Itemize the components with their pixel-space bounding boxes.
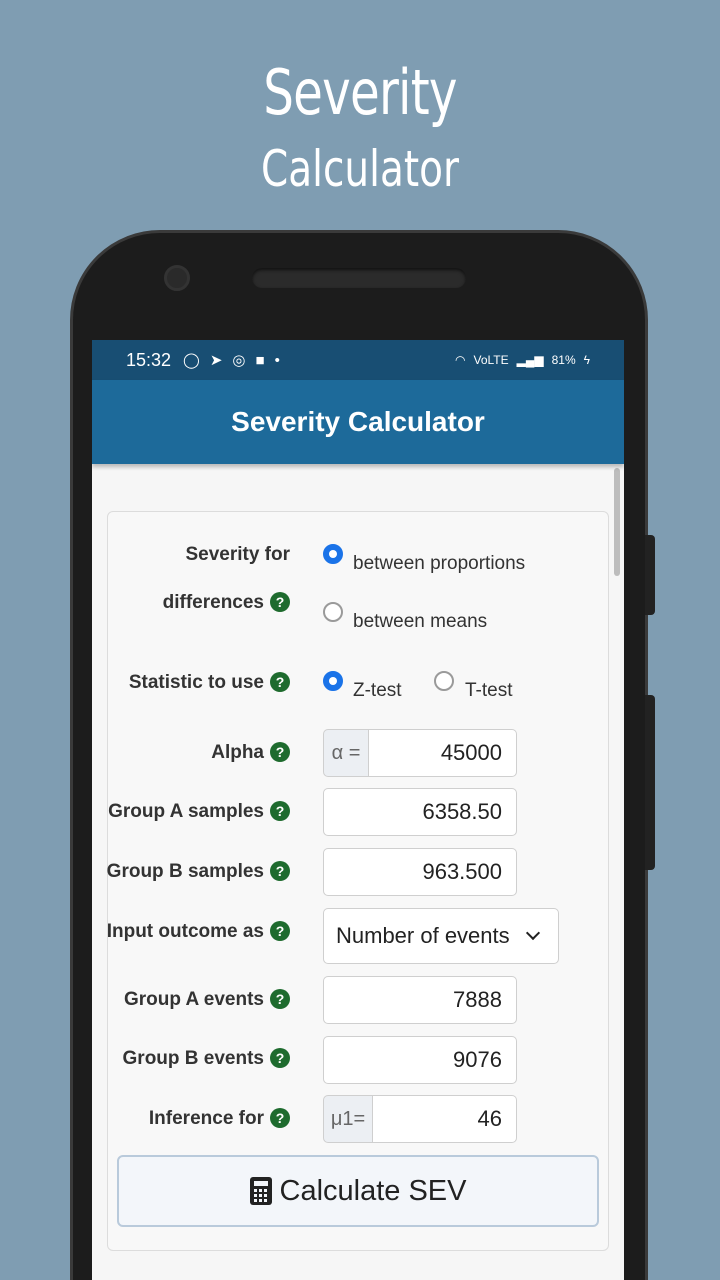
calculate-sev-button[interactable]: Calculate SEV	[117, 1155, 599, 1227]
status-time: 15:32	[126, 349, 172, 370]
radio-z-test[interactable]	[323, 671, 343, 691]
input-outcome-value: Number of events	[336, 923, 510, 948]
alpha-label: Alpha?	[211, 742, 290, 764]
signal-icon: ▂▄▆	[516, 353, 544, 367]
volte-icon: VoLTE	[473, 353, 509, 367]
help-icon[interactable]: ?	[270, 801, 290, 821]
input-outcome-select[interactable]: Number of events	[323, 908, 559, 964]
radio-z-test-label[interactable]: Z-test	[353, 680, 402, 702]
group-a-samples-label-text: Group A samples	[108, 801, 264, 822]
promo-subtitle: Calculator	[260, 140, 460, 198]
radio-t-test-label[interactable]: T-test	[465, 680, 513, 702]
radio-between-means[interactable]	[323, 602, 343, 622]
inference-input[interactable]: 46	[373, 1095, 517, 1143]
group-a-samples-input[interactable]: 6358.50	[323, 788, 517, 836]
wifi-icon: ◠	[455, 353, 466, 367]
help-icon[interactable]: ?	[270, 672, 290, 692]
input-outcome-label: Input outcome as?	[107, 921, 290, 943]
system-icons: ◠ VoLTE ▂▄▆ 81% ϟ	[455, 353, 590, 367]
statistic-label: Statistic to use?	[129, 672, 290, 694]
group-a-samples-label: Group A samples?	[108, 801, 290, 823]
charging-icon: ϟ	[583, 353, 590, 367]
more-dot-icon: •	[274, 351, 280, 369]
app-bar: Severity Calculator	[92, 380, 624, 464]
help-icon[interactable]: ?	[270, 921, 290, 941]
input-outcome-label-text: Input outcome as	[106, 921, 264, 942]
help-icon[interactable]: ?	[270, 1048, 290, 1068]
whatsapp-icon: ◯	[183, 352, 200, 369]
inference-label: Inference for?	[149, 1108, 290, 1130]
severity-for-label-2: differences?	[163, 592, 290, 614]
radio-between-means-label[interactable]: between means	[353, 611, 487, 633]
statistic-label-text: Statistic to use	[128, 672, 264, 693]
inference-label-text: Inference for	[148, 1108, 264, 1129]
group-b-samples-label: Group B samples?	[107, 861, 290, 883]
promo-title: Severity	[263, 56, 457, 129]
group-a-events-label-text: Group A events	[123, 989, 264, 1010]
severity-for-label-text: differences	[162, 592, 264, 613]
group-b-samples-label-text: Group B samples	[106, 861, 264, 882]
chevron-down-icon	[525, 925, 541, 941]
speaker-grille	[252, 268, 466, 288]
help-icon[interactable]: ?	[270, 592, 290, 612]
help-icon[interactable]: ?	[270, 861, 290, 881]
app-title: Severity Calculator	[231, 406, 485, 437]
group-b-events-input[interactable]: 9076	[323, 1036, 517, 1084]
severity-for-label: Severity for	[185, 544, 290, 565]
status-bar: 15:32 ◯ ➤ ◎ ■ • ◠ VoLTE ▂▄▆ 81% ϟ	[92, 340, 624, 380]
inference-addon: μ1=	[323, 1095, 373, 1143]
scrollbar[interactable]	[614, 468, 620, 576]
form-card: Severity for differences? between propor…	[107, 511, 609, 1251]
alpha-addon: α =	[323, 729, 369, 777]
help-icon[interactable]: ?	[270, 989, 290, 1009]
alpha-label-text: Alpha	[211, 742, 264, 763]
volume-button	[645, 695, 655, 870]
group-b-samples-input[interactable]: 963.500	[323, 848, 517, 896]
calculate-sev-label: Calculate SEV	[279, 1174, 467, 1207]
instagram-icon: ◎	[232, 352, 246, 369]
telegram-icon: ➤	[209, 352, 223, 369]
help-icon[interactable]: ?	[270, 1108, 290, 1128]
help-icon[interactable]: ?	[270, 742, 290, 762]
phone-screen: 15:32 ◯ ➤ ◎ ■ • ◠ VoLTE ▂▄▆ 81% ϟ Severi…	[92, 340, 624, 1280]
radio-between-proportions[interactable]	[323, 544, 343, 564]
group-a-events-input[interactable]: 7888	[323, 976, 517, 1024]
group-b-events-label-text: Group B events	[122, 1048, 264, 1069]
radio-t-test[interactable]	[434, 671, 454, 691]
camera-icon	[164, 265, 190, 291]
radio-between-proportions-label[interactable]: between proportions	[353, 553, 525, 575]
calculator-icon	[249, 1177, 272, 1205]
facebook-icon: ■	[255, 351, 265, 369]
power-button	[645, 535, 655, 615]
group-b-events-label: Group B events?	[123, 1048, 290, 1070]
alpha-input[interactable]: 45000	[369, 729, 517, 777]
battery-text: 81%	[551, 353, 576, 367]
group-a-events-label: Group A events?	[124, 989, 290, 1011]
notification-icons: ◯ ➤ ◎ ■ •	[183, 351, 280, 370]
